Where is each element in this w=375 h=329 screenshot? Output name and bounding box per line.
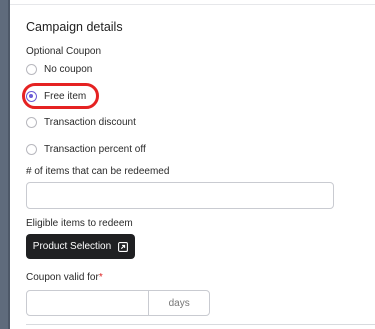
coupon-valid-label: Coupon valid for* (26, 272, 103, 283)
radio-label: Transaction percent off (44, 143, 146, 155)
section-title: Campaign details (26, 20, 123, 34)
radio-label: No coupon (44, 63, 93, 75)
radio-button[interactable] (26, 116, 37, 128)
radio-transaction-percent-off[interactable]: Transaction percent off (26, 140, 146, 158)
radio-button[interactable] (26, 143, 37, 155)
product-selection-button[interactable]: Product Selection (26, 234, 135, 259)
product-selection-label: Product Selection (32, 241, 112, 252)
radio-button[interactable] (26, 63, 37, 75)
radio-button-checked[interactable] (26, 90, 37, 102)
coupon-valid-label-text: Coupon valid for (26, 272, 99, 283)
radio-free-item[interactable]: Free item (26, 87, 86, 105)
items-redeemable-label: # of items that can be redeemed (26, 166, 170, 177)
external-link-icon (118, 241, 129, 252)
required-asterisk: * (98, 272, 103, 283)
coupon-valid-input-group: days (26, 290, 210, 316)
days-suffix: days (148, 291, 209, 315)
left-rail (0, 0, 8, 329)
radio-label: Free item (44, 90, 87, 102)
items-redeemable-input[interactable] (26, 182, 334, 209)
bottom-divider (26, 324, 375, 325)
radio-transaction-discount[interactable]: Transaction discount (26, 113, 136, 131)
campaign-details-panel: Campaign details Optional Coupon No coup… (10, 0, 375, 329)
radio-no-coupon[interactable]: No coupon (26, 60, 92, 78)
top-divider (10, 4, 375, 5)
optional-coupon-label: Optional Coupon (26, 46, 102, 57)
coupon-valid-input[interactable] (27, 291, 148, 315)
radio-label: Transaction discount (44, 116, 136, 128)
eligible-items-label: Eligible items to redeem (26, 218, 133, 229)
